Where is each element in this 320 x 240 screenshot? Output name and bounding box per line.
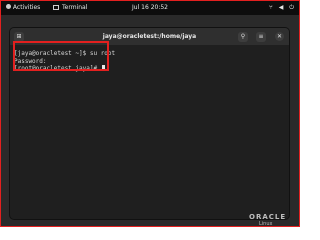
logo-sub: Linux (259, 221, 273, 227)
close-icon: ✕ (276, 33, 283, 40)
app-menu-terminal[interactable]: Terminal (53, 1, 87, 15)
network-icon: ⑂ (269, 4, 273, 11)
activities-label: Activities (12, 4, 41, 11)
hamburger-menu-icon: ≡ (258, 33, 264, 40)
search-icon: ⚲ (240, 33, 246, 40)
activities-icon (6, 4, 11, 9)
close-button[interactable]: ✕ (275, 32, 284, 41)
power-icon: ⏻ (289, 4, 294, 11)
system-tray[interactable]: ⑂ ◀ ⏻ (265, 1, 294, 15)
terminal-output[interactable]: [jaya@oracletest ~]$ su root Password: [… (14, 50, 285, 215)
top-bar: Activities Terminal Jul 16 20:52 ⑂ ◀ ⏻ (1, 1, 299, 15)
volume-icon: ◀ (278, 4, 284, 11)
logo-brand: ORACLE (249, 213, 287, 221)
menu-button[interactable]: ≡ (256, 32, 266, 42)
screen-frame: Activities Terminal Jul 16 20:52 ⑂ ◀ ⏻ ⊞… (0, 0, 300, 227)
terminal-app-icon (53, 5, 59, 10)
app-menu-label: Terminal (62, 4, 88, 11)
annotation-highlight-box (13, 41, 109, 71)
clock[interactable]: Jul 16 20:52 (132, 1, 168, 15)
oracle-linux-logo: ORACLE Linux (249, 213, 286, 227)
search-button[interactable]: ⚲ (238, 32, 248, 42)
activities-button[interactable]: Activities (6, 1, 40, 15)
